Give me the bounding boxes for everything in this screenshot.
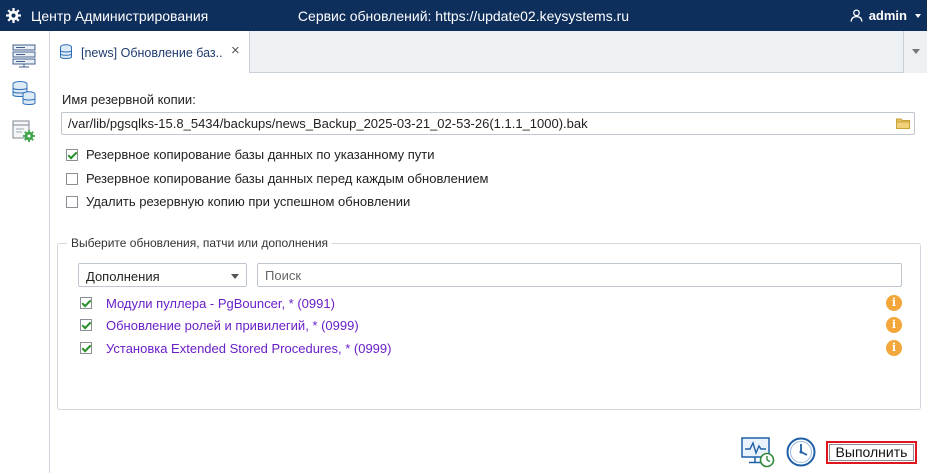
option-delete-backup[interactable]: Удалить резервную копию при успешном обн… (66, 194, 410, 209)
app-header: Центр Администрирования Сервис обновлени… (0, 0, 927, 31)
update-label[interactable]: Установка Extended Stored Procedures, * … (106, 341, 391, 356)
tab-label: [news] Обновление баз... (81, 46, 223, 60)
sidebar-item-databases[interactable] (11, 80, 37, 106)
option-label: Резервное копирование базы данных по ука… (86, 147, 435, 162)
list-item[interactable]: Установка Extended Stored Procedures, * … (80, 340, 902, 358)
sidebar-item-servers[interactable] (11, 42, 37, 68)
settings-window-icon (12, 120, 35, 142)
info-icon[interactable]: i (886, 340, 902, 356)
update-panel: Имя резервной копии: Резервное копирован… (50, 73, 927, 473)
user-menu[interactable]: admin (850, 8, 921, 23)
user-icon (850, 9, 863, 22)
left-sidebar (0, 31, 50, 473)
close-icon[interactable]: × (231, 42, 240, 59)
tab-news-update[interactable]: [news] Обновление баз... × (50, 31, 250, 73)
monitor-schedule-button[interactable] (741, 436, 775, 468)
info-icon[interactable]: i (886, 295, 902, 311)
gear-icon[interactable] (6, 8, 21, 23)
clock-icon (786, 437, 816, 467)
option-backup-path[interactable]: Резервное копирование базы данных по ука… (66, 147, 435, 162)
folder-icon[interactable] (896, 117, 910, 129)
sidebar-item-settings[interactable] (11, 118, 37, 144)
checkbox[interactable] (80, 342, 92, 354)
list-item[interactable]: Обновление ролей и привилегий, * (0999) … (80, 317, 902, 335)
chevron-down-icon (231, 274, 239, 279)
updates-group-legend: Выберите обновления, патчи или дополнени… (67, 236, 333, 250)
list-item[interactable]: Модули пуллера - PgBouncer, * (0991) i (80, 295, 902, 313)
chevron-down-icon (915, 13, 921, 18)
checkbox[interactable] (66, 172, 78, 185)
option-label: Резервное копирование базы данных перед … (86, 171, 489, 186)
tab-list-dropdown[interactable] (903, 31, 927, 73)
updates-filter-select[interactable]: Дополнения (78, 263, 247, 287)
schedule-button[interactable] (785, 436, 817, 468)
run-button-label: Выполнить (829, 444, 914, 461)
updates-group: Выберите обновления, патчи или дополнени… (57, 236, 921, 410)
backup-name-label: Имя резервной копии: (62, 92, 196, 107)
checkbox[interactable] (80, 319, 92, 331)
monitor-clock-icon (741, 437, 775, 468)
run-button[interactable]: Выполнить (826, 441, 917, 464)
servers-icon (12, 44, 36, 68)
checkbox[interactable] (66, 148, 78, 161)
update-label[interactable]: Обновление ролей и привилегий, * (0999) (106, 318, 359, 333)
checkbox[interactable] (80, 297, 92, 309)
backup-path-input[interactable] (61, 112, 915, 135)
option-label: Удалить резервную копию при успешном обн… (86, 194, 411, 209)
checkbox[interactable] (66, 195, 78, 208)
user-name: admin (868, 8, 907, 23)
option-backup-each-update[interactable]: Резервное копирование базы данных перед … (66, 171, 489, 186)
info-icon[interactable]: i (886, 317, 902, 333)
update-label[interactable]: Модули пуллера - PgBouncer, * (0991) (106, 296, 335, 311)
chevron-down-icon (912, 49, 920, 54)
filter-value: Дополнения (86, 269, 160, 284)
databases-icon (12, 81, 36, 105)
database-icon (60, 44, 72, 59)
search-input[interactable] (257, 263, 902, 287)
app-title[interactable]: Центр Администрирования (31, 8, 208, 24)
tab-strip: [news] Обновление баз... × (50, 31, 927, 73)
